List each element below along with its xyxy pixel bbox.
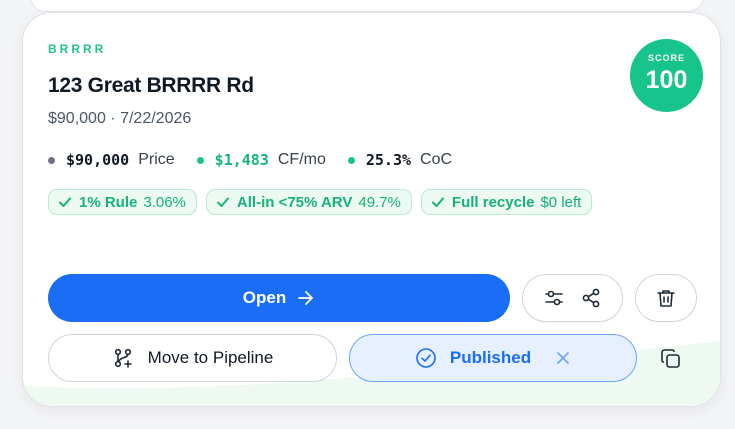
previous-card-edge xyxy=(30,0,704,12)
close-icon[interactable] xyxy=(555,350,571,366)
status-dot xyxy=(196,156,204,164)
metric-label: CF/mo xyxy=(277,151,326,168)
move-button-label: Move to Pipeline xyxy=(147,348,274,367)
rule-pill: Full recycle $0 left xyxy=(420,189,593,215)
metric-value: $90,000 xyxy=(66,151,130,169)
metric-label: Price xyxy=(138,151,175,168)
rule-value: 3.06% xyxy=(143,193,186,211)
score-label: SCORE xyxy=(647,53,685,63)
score-value: 100 xyxy=(645,66,688,94)
metric-value: $1,483 xyxy=(214,151,269,169)
rule-value: 49.7% xyxy=(358,193,401,211)
metric-cashflow: $1,483 CF/mo xyxy=(196,151,326,169)
arrow-right-icon xyxy=(298,291,314,305)
open-button[interactable]: Open xyxy=(48,274,510,322)
deal-card: BRRRR 123 Great BRRRR Rd $90,000 · 7/22/… xyxy=(22,12,721,407)
published-toggle[interactable]: Published xyxy=(349,334,637,382)
published-label: Published xyxy=(449,348,532,367)
status-dot xyxy=(347,156,355,164)
metric-price: $90,000 Price xyxy=(48,151,175,169)
metric-value: 25.3% xyxy=(365,151,412,169)
git-branch-icon xyxy=(114,348,132,368)
move-to-pipeline-button[interactable]: Move to Pipeline xyxy=(48,334,337,382)
rule-name: 1% Rule xyxy=(79,193,138,211)
check-circle-icon xyxy=(416,348,436,368)
copy-icon xyxy=(661,349,680,368)
check-icon xyxy=(216,197,229,207)
delete-button[interactable] xyxy=(635,274,697,322)
subtitle-separator: · xyxy=(110,110,116,127)
rule-value: $0 left xyxy=(540,193,582,211)
metrics-row: $90,000 Price $1,483 CF/mo 25.3% CoC xyxy=(48,151,474,169)
rule-name: All-in <75% ARV xyxy=(236,193,353,211)
trash-icon xyxy=(657,290,675,307)
property-title: 123 Great BRRRR Rd xyxy=(48,74,254,97)
property-subtitle: $90,000 · 7/22/2026 xyxy=(48,110,191,128)
share-icon[interactable] xyxy=(580,287,602,309)
check-icon xyxy=(59,197,71,207)
check-icon xyxy=(431,197,444,207)
rule-name: Full recycle xyxy=(451,193,535,211)
duplicate-button[interactable] xyxy=(657,345,685,373)
secondary-actions xyxy=(522,274,623,322)
strategy-tag: BRRRR xyxy=(48,42,107,56)
rule-pill: 1% Rule 3.06% xyxy=(48,189,197,215)
rule-pills: 1% Rule 3.06% All-in <75% ARV 49.7% Full… xyxy=(48,189,601,215)
score-badge: SCORE 100 xyxy=(630,39,703,112)
status-dot xyxy=(48,156,55,164)
metric-label: CoC xyxy=(420,151,453,168)
metric-coc: 25.3% CoC xyxy=(347,151,453,169)
rule-pill: All-in <75% ARV 49.7% xyxy=(205,189,412,215)
subtitle-price: $90,000 xyxy=(48,110,106,127)
sliders-icon[interactable] xyxy=(543,287,565,309)
open-button-label: Open xyxy=(242,288,287,307)
subtitle-date: 7/22/2026 xyxy=(120,110,192,127)
